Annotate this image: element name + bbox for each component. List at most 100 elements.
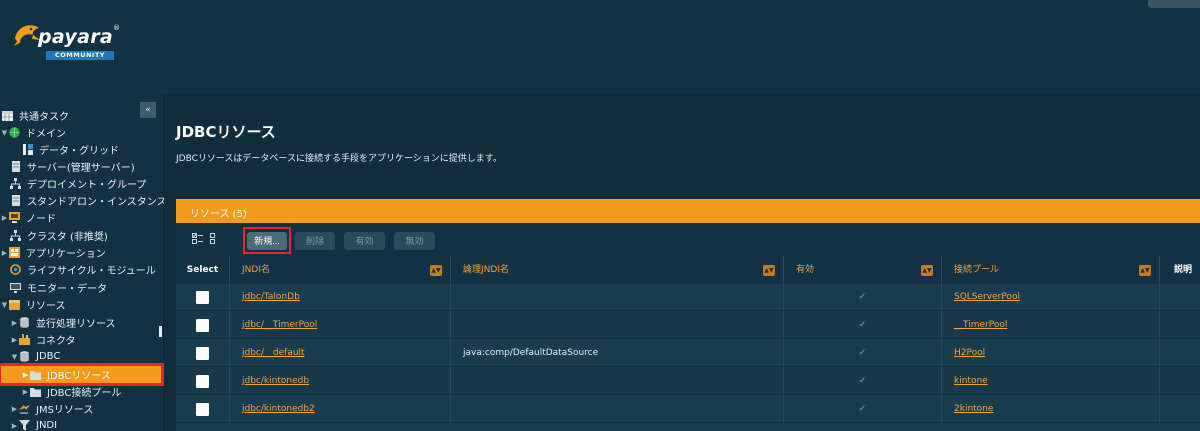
tree-item-server[interactable]: サーバー(管理サーバー) [10, 158, 135, 175]
tree-item-nodes[interactable]: ▶ ノード [0, 209, 56, 226]
tree-item-jdbc-connection-pools[interactable]: ▶ JDBC接続プール [21, 383, 121, 400]
tree-item-label: アプリケーション [26, 249, 106, 260]
tree-item-domain[interactable]: ▼ ドメイン [0, 124, 66, 141]
check-icon: ✓ [858, 404, 867, 414]
table-row: jdbc/kintonedb2 ✓ 2kintone [176, 396, 1200, 423]
connection-pool-link[interactable]: SQLServerPool [954, 292, 1020, 302]
tree-item-clusters[interactable]: クラスタ (非推奨) [10, 227, 108, 244]
column-header-enabled[interactable]: 有効 ▲▼ [784, 256, 942, 284]
row-checkbox[interactable] [196, 347, 209, 360]
page-description: JDBCリソースはデータベースに接続する手段をアプリケーションに提供します。 [176, 154, 502, 164]
expander-toggle[interactable]: ▶ [21, 388, 30, 396]
sort-icon[interactable]: ▲▼ [430, 265, 442, 276]
tree-item-concurrent-resources[interactable]: ▶ 並行処理リソース [10, 314, 116, 331]
column-header-jndi-name[interactable]: JNDI名 ▲▼ [230, 256, 451, 284]
row-checkbox[interactable] [196, 319, 209, 332]
expander-toggle[interactable]: ▶ [0, 249, 9, 257]
expander-toggle[interactable]: ▼ [0, 129, 9, 137]
logo-edition-badge: COMMUNITY [46, 51, 114, 60]
sort-icon[interactable]: ▲▼ [763, 265, 775, 276]
connector-icon [19, 334, 30, 345]
delete-button[interactable]: 削除 [295, 232, 335, 250]
tree-item-jdbc-resources[interactable]: ▶ JDBCリソース [0, 363, 164, 386]
expander-toggle[interactable]: ▶ [10, 405, 19, 413]
logical-jndi-cell [451, 368, 784, 395]
jndi-icon [19, 420, 30, 431]
expander-toggle[interactable]: ▶ [10, 336, 19, 344]
sort-icon[interactable]: ▲▼ [921, 265, 933, 276]
tree-item-resources[interactable]: ▼ リソース [0, 296, 66, 313]
connection-pool-link[interactable]: 2kintone [954, 404, 993, 414]
select-all-icon[interactable] [192, 233, 203, 244]
deployment-group-icon [10, 178, 21, 189]
lifecycle-icon [10, 264, 21, 275]
sidebar-scrollbar-thumb[interactable] [159, 326, 162, 337]
row-checkbox[interactable] [196, 291, 209, 304]
description-cell [1160, 368, 1200, 395]
collapse-sidebar-button[interactable]: « [140, 102, 156, 118]
page-title: JDBCリソース [176, 123, 276, 141]
column-header-logical-jndi-name[interactable]: 論理JNDI名 ▲▼ [451, 256, 784, 284]
tree-item-deployment-groups[interactable]: デプロイメント・グループ [10, 175, 146, 192]
tree-item-label: リソース [26, 301, 66, 312]
monitor-icon [10, 282, 21, 293]
check-icon: ✓ [858, 292, 867, 302]
tree-item-label: スタンドアロン・インスタンス [27, 197, 167, 208]
expander-toggle[interactable]: ▶ [10, 319, 19, 327]
expander-toggle[interactable]: ▶ [10, 422, 19, 430]
enabled-cell: ✓ [784, 396, 942, 423]
tree-item-label: モニター・データ [27, 284, 107, 295]
jndi-name-link[interactable]: jdbc/kintonedb2 [242, 404, 315, 414]
jndi-name-link[interactable]: jdbc/kintonedb [242, 376, 309, 386]
logical-jndi-cell [451, 284, 784, 311]
table-row: jdbc/__default java:comp/DefaultDataSour… [176, 340, 1200, 367]
connection-pool-link[interactable]: H2Pool [954, 348, 985, 358]
row-checkbox[interactable] [196, 403, 209, 416]
new-button[interactable]: 新規... [247, 232, 287, 250]
tree-item-label: ライフサイクル・モジュール [27, 266, 156, 277]
jndi-name-link[interactable]: jdbc/TalonDb [242, 292, 300, 302]
expander-toggle[interactable]: ▶ [21, 371, 30, 379]
row-checkbox[interactable] [196, 375, 209, 388]
disable-button[interactable]: 無効 [394, 232, 435, 250]
deselect-all-icon[interactable] [210, 233, 221, 244]
jndi-name-link[interactable]: jdbc/__default [242, 348, 305, 358]
select-cell [176, 368, 230, 395]
applications-icon [9, 247, 20, 258]
enable-button[interactable]: 有効 [344, 232, 385, 250]
tree-item-common-tasks[interactable]: 共通タスク [2, 107, 69, 124]
tree-item-monitoring-data[interactable]: モニター・データ [10, 279, 107, 296]
enabled-cell: ✓ [784, 312, 942, 339]
tree-item-jdbc[interactable]: ▼ JDBC [10, 348, 61, 365]
table-row: jdbc/__TimerPool ✓ __TimerPool [176, 312, 1200, 339]
tree-item-connectors[interactable]: ▶ コネクタ [10, 331, 76, 348]
tree-item-label: デプロイメント・グループ [27, 180, 147, 191]
database-icon [19, 351, 30, 362]
logo-registered-mark: ® [113, 24, 120, 32]
tree-item-lifecycle-modules[interactable]: ライフサイクル・モジュール [10, 261, 156, 278]
tree-item-standalone-instances[interactable]: スタンドアロン・インスタンス [10, 192, 167, 209]
cluster-icon [10, 230, 21, 241]
check-icon: ✓ [858, 320, 867, 330]
tree-item-jms-resources[interactable]: ▶ JMSリソース [10, 400, 94, 417]
jndi-name-link[interactable]: jdbc/__TimerPool [242, 320, 317, 330]
server-icon [10, 195, 21, 206]
column-header-connection-pool[interactable]: 接続プール ▲▼ [942, 256, 1160, 284]
connection-pool-link[interactable]: __TimerPool [954, 320, 1007, 330]
expander-toggle[interactable]: ▶ [0, 214, 9, 222]
tree-item-jndi[interactable]: ▶ JNDI [10, 417, 57, 431]
enabled-cell: ✓ [784, 284, 942, 311]
jndi-name-cell: jdbc/TalonDb [230, 284, 451, 311]
connection-pool-cell: H2Pool [942, 340, 1160, 367]
connection-pool-cell: __TimerPool [942, 312, 1160, 339]
sort-icon[interactable]: ▲▼ [1139, 265, 1151, 276]
navigation-tree: « 共通タスク ▼ ドメイン データ・グリッド サーバー(管理サーバー) デプロ… [0, 94, 167, 431]
expander-toggle[interactable]: ▼ [0, 301, 9, 309]
expander-toggle[interactable]: ▼ [10, 353, 19, 361]
tree-item-label: 共通タスク [19, 112, 69, 123]
header-menu-button[interactable] [1148, 0, 1200, 8]
resources-icon [9, 299, 20, 310]
tree-item-applications[interactable]: ▶ アプリケーション [0, 244, 106, 261]
connection-pool-link[interactable]: kintone [954, 376, 988, 386]
tree-item-data-grid[interactable]: データ・グリッド [22, 141, 119, 158]
